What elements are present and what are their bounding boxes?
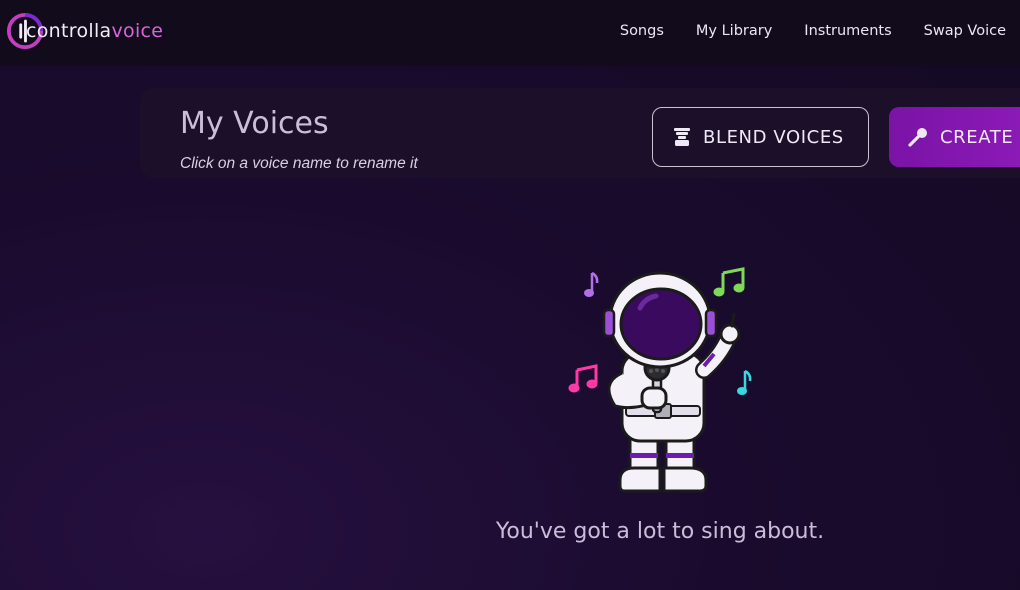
logo-text-part2: voice	[111, 20, 164, 42]
music-note-cyan	[737, 369, 752, 395]
logo-text: controllavoice	[26, 20, 163, 42]
music-note-green	[713, 267, 745, 297]
music-note-pink	[568, 364, 598, 393]
create-voice-button[interactable]: CREATE	[889, 107, 1020, 167]
singing-astronaut-illustration	[568, 267, 752, 493]
logo-text-part1: controlla	[26, 20, 112, 42]
astronaut-helmet	[602, 271, 718, 369]
microphone-icon	[908, 128, 927, 147]
create-label: CREATE	[940, 126, 1014, 148]
empty-state-message: You've got a lot to sing about.	[495, 519, 825, 544]
top-navbar: controllavoice Songs My Library Instrume…	[0, 0, 1020, 66]
page-title: My Voices	[180, 106, 329, 141]
blend-voices-button[interactable]: BLEND VOICES	[652, 107, 869, 167]
main-nav: Songs My Library Instruments Swap Voice	[620, 0, 1020, 62]
page-subtitle: Click on a voice name to rename it	[180, 155, 418, 172]
nav-songs[interactable]: Songs	[620, 23, 664, 39]
logo[interactable]: controllavoice	[6, 9, 163, 53]
nav-swap-voice[interactable]: Swap Voice	[924, 23, 1006, 39]
blend-voices-label: BLEND VOICES	[703, 126, 844, 148]
blend-icon	[674, 128, 690, 146]
nav-my-library[interactable]: My Library	[696, 23, 772, 39]
music-note-purple	[584, 271, 599, 297]
nav-instruments[interactable]: Instruments	[804, 23, 891, 39]
